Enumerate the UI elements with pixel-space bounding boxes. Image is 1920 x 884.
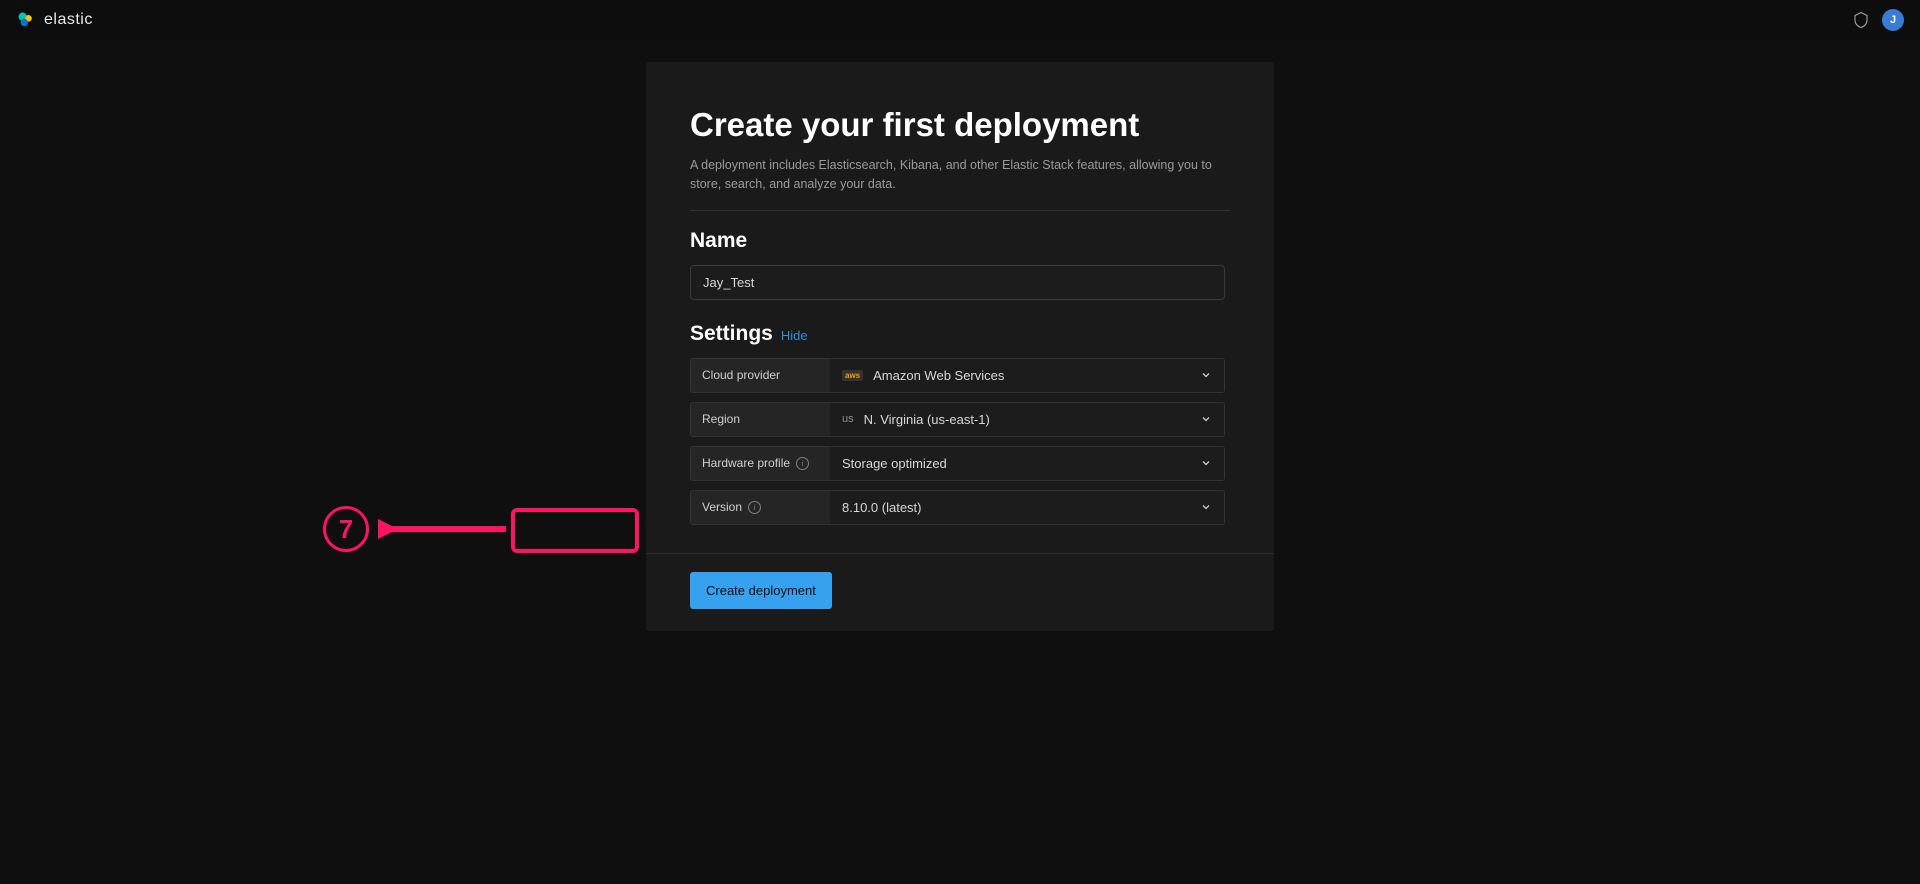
- aws-badge-icon: aws: [842, 370, 863, 381]
- region-row: Region us N. Virginia (us-east-1): [690, 402, 1225, 437]
- elastic-logo-icon: [16, 10, 36, 30]
- settings-section-label: Settings Hide: [690, 322, 1230, 346]
- chevron-down-icon: [1200, 501, 1212, 513]
- hardware-profile-select[interactable]: Storage optimized: [830, 447, 1224, 480]
- cloud-provider-select[interactable]: aws Amazon Web Services: [830, 359, 1224, 392]
- version-value: 8.10.0 (latest): [842, 500, 922, 515]
- hardware-profile-label: Hardware profile i: [691, 447, 830, 480]
- avatar-initial: J: [1890, 14, 1896, 26]
- main-content: Create your first deployment A deploymen…: [0, 40, 1920, 631]
- hardware-profile-label-text: Hardware profile: [702, 456, 790, 470]
- user-avatar[interactable]: J: [1882, 9, 1904, 31]
- card-footer: Create deployment: [646, 553, 1274, 609]
- page-subtitle: A deployment includes Elasticsearch, Kib…: [690, 156, 1230, 211]
- hardware-profile-value: Storage optimized: [842, 456, 947, 471]
- app-header: elastic J: [0, 0, 1920, 40]
- hide-settings-link[interactable]: Hide: [781, 328, 808, 343]
- info-icon[interactable]: i: [796, 457, 809, 470]
- settings-label-text: Settings: [690, 322, 773, 346]
- brand-name: elastic: [44, 11, 93, 29]
- version-select[interactable]: 8.10.0 (latest): [830, 491, 1224, 524]
- help-icon[interactable]: [1852, 11, 1870, 29]
- version-label: Version i: [691, 491, 830, 524]
- deployment-card: Create your first deployment A deploymen…: [646, 62, 1274, 631]
- create-deployment-button[interactable]: Create deployment: [690, 572, 832, 609]
- region-value-content: us N. Virginia (us-east-1): [842, 412, 990, 427]
- header-right: J: [1852, 9, 1904, 31]
- info-icon[interactable]: i: [748, 501, 761, 514]
- version-label-text: Version: [702, 500, 742, 514]
- chevron-down-icon: [1200, 369, 1212, 381]
- chevron-down-icon: [1200, 457, 1212, 469]
- region-select[interactable]: us N. Virginia (us-east-1): [830, 403, 1224, 436]
- cloud-provider-value: Amazon Web Services: [873, 368, 1004, 383]
- region-label: Region: [691, 403, 830, 436]
- cloud-provider-label: Cloud provider: [691, 359, 830, 392]
- name-section-label: Name: [690, 229, 1230, 253]
- page-title: Create your first deployment: [690, 106, 1230, 144]
- hardware-profile-value-content: Storage optimized: [842, 456, 947, 471]
- header-left: elastic: [16, 10, 93, 30]
- cloud-provider-value-content: aws Amazon Web Services: [842, 368, 1004, 383]
- chevron-down-icon: [1200, 413, 1212, 425]
- region-badge: us: [842, 413, 854, 425]
- region-value: N. Virginia (us-east-1): [864, 412, 990, 427]
- deployment-name-input[interactable]: [690, 265, 1225, 300]
- version-row: Version i 8.10.0 (latest): [690, 490, 1225, 525]
- hardware-profile-row: Hardware profile i Storage optimized: [690, 446, 1225, 481]
- version-value-content: 8.10.0 (latest): [842, 500, 922, 515]
- cloud-provider-row: Cloud provider aws Amazon Web Services: [690, 358, 1225, 393]
